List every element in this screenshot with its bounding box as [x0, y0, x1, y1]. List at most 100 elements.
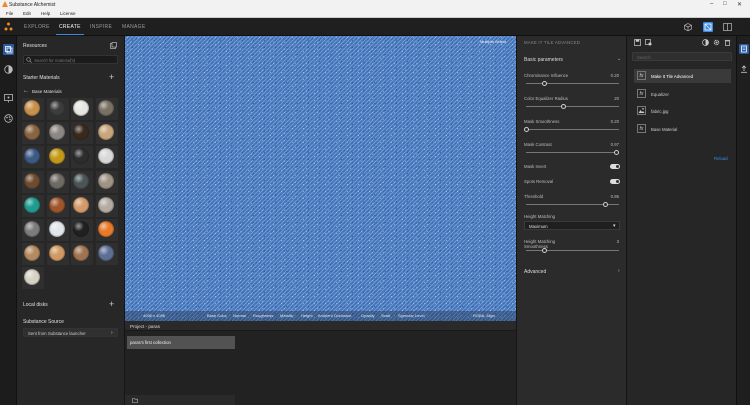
concrete-material-thumbnail[interactable]	[48, 124, 65, 141]
menu-file[interactable]: File	[6, 11, 13, 16]
collection-item[interactable]: paras's first collection	[127, 336, 235, 349]
tab-explore[interactable]: EXPLORE	[24, 24, 50, 30]
height-smoothness-slider-handle[interactable]	[542, 247, 548, 253]
channel-base-color[interactable]: Base Color	[207, 313, 227, 318]
cobble-material-thumbnail[interactable]	[97, 172, 114, 189]
presentation-icon[interactable]	[4, 94, 13, 103]
stack-item[interactable]: fabric.jpg	[634, 104, 731, 118]
3d-view-icon[interactable]	[684, 23, 692, 32]
texture-viewport[interactable]: Multiple Select 4096 x 4096 Base Color N…	[125, 36, 516, 321]
plaster-material-thumbnail[interactable]	[73, 100, 89, 116]
mask-contrast-slider-handle[interactable]	[613, 149, 619, 155]
title-bar: Substance Alchemist – □ ✕	[0, 0, 750, 9]
mask-smoothness-slider-handle[interactable]	[523, 126, 529, 132]
delete-icon[interactable]	[724, 39, 731, 46]
rust-material-thumbnail[interactable]	[48, 196, 65, 213]
collapse-panel-icon[interactable]	[110, 42, 117, 49]
height-smoothness-slider[interactable]	[526, 250, 619, 251]
marble-material-thumbnail[interactable]	[97, 148, 114, 165]
material-sphere-icon[interactable]	[4, 65, 13, 74]
stone-material-thumbnail[interactable]	[97, 100, 114, 116]
layers-icon[interactable]	[3, 44, 14, 55]
height-smoothness-value[interactable]: 3	[617, 239, 619, 244]
paint-material-thumbnail[interactable]	[24, 196, 40, 213]
material-search-field[interactable]: Search for material(s)	[23, 55, 118, 64]
snow-material-thumbnail[interactable]	[48, 221, 65, 237]
channel-specular-level[interactable]: Specular Level	[398, 313, 424, 318]
save-icon[interactable]	[634, 39, 641, 46]
threshold-slider-handle[interactable]	[603, 201, 609, 207]
channel-normal[interactable]: Normal	[233, 313, 246, 318]
back-arrow-icon[interactable]: ←	[23, 88, 29, 94]
tab-manage[interactable]: MANAGE	[122, 24, 145, 30]
color-equalizer-radius-slider-handle[interactable]	[560, 103, 566, 109]
mask-smoothness-value[interactable]: 0.20	[611, 119, 619, 124]
channel-scatt[interactable]: Scatt	[381, 313, 390, 318]
export-arrow-icon[interactable]	[740, 65, 748, 73]
threshold-value[interactable]: 0.86	[611, 194, 619, 199]
gold-material-thumbnail[interactable]	[48, 148, 65, 165]
chrominance-influence-slider[interactable]	[526, 83, 619, 84]
channel-metallic[interactable]: Metallic	[280, 313, 294, 318]
basic-params-header[interactable]: Basic parameters	[524, 57, 563, 63]
stack-item[interactable]: fx Equalizer	[634, 87, 731, 101]
chevron-down-icon[interactable]: ⌄	[617, 56, 621, 62]
add-material-icon[interactable]: +	[109, 73, 114, 82]
height-matching-dropdown[interactable]: Maximum ▾	[524, 221, 620, 230]
add-disk-icon[interactable]: +	[109, 300, 114, 309]
source-dropdown[interactable]: Sent from Substance launcher ›	[23, 328, 118, 337]
channel-roughness[interactable]: Roughness	[253, 313, 273, 318]
export-icon[interactable]	[645, 39, 652, 46]
wood-material-thumbnail[interactable]	[97, 124, 114, 141]
split-view-icon[interactable]	[723, 23, 732, 31]
gravel-material-thumbnail[interactable]	[48, 172, 65, 189]
skin-material-thumbnail[interactable]	[73, 196, 89, 213]
collection-label: paras's first collection	[130, 340, 171, 345]
menu-license[interactable]: License	[60, 11, 76, 16]
spots-removal-toggle[interactable]	[610, 178, 620, 184]
close-button[interactable]: ✕	[737, 1, 742, 8]
2d-view-icon[interactable]	[703, 22, 713, 32]
channel-opacity[interactable]: Opacity	[361, 313, 375, 318]
tab-create[interactable]: CREATE	[56, 24, 84, 35]
settings-gear-icon[interactable]	[713, 39, 720, 46]
stack-item[interactable]: fx Make It Tile Advanced	[634, 69, 731, 83]
metal-material-thumbnail[interactable]	[24, 221, 40, 237]
stack-search-field[interactable]: Search	[632, 52, 732, 61]
clay-material-thumbnail[interactable]	[48, 245, 65, 262]
asphalt-material-thumbnail[interactable]	[48, 100, 65, 116]
color-equalizer-radius-value[interactable]: 20	[614, 96, 619, 101]
soil-material-thumbnail[interactable]	[24, 172, 40, 189]
mask-smoothness-slider[interactable]	[526, 129, 619, 130]
project-footer	[125, 395, 235, 405]
sand-material-thumbnail[interactable]	[24, 100, 40, 116]
reload-link[interactable]: Reload	[714, 156, 728, 161]
maximize-button[interactable]: □	[723, 1, 727, 7]
minimize-button[interactable]: –	[710, 1, 713, 7]
chrominance-influence-slider-handle[interactable]	[542, 80, 548, 86]
slate-material-thumbnail[interactable]	[73, 172, 89, 189]
tab-inspire[interactable]: INSPIRE	[90, 24, 112, 30]
mask-invert-toggle[interactable]	[610, 163, 620, 169]
menu-help[interactable]: Help	[41, 11, 50, 16]
color-picker-icon[interactable]	[4, 114, 13, 123]
contrast-icon[interactable]	[702, 39, 709, 46]
channel-height[interactable]: Height	[301, 313, 313, 318]
carbon-material-thumbnail[interactable]	[73, 221, 89, 237]
menu-edit[interactable]: Edit	[23, 11, 31, 16]
mask-contrast-slider[interactable]	[526, 152, 619, 153]
plastic-material-thumbnail[interactable]	[97, 221, 114, 237]
properties-icon[interactable]	[739, 44, 749, 54]
stack-search-placeholder: Search	[637, 55, 651, 60]
color-equalizer-radius-slider[interactable]	[526, 106, 619, 107]
advanced-header[interactable]: Advanced	[524, 269, 546, 275]
new-folder-icon[interactable]	[132, 397, 138, 403]
tile-material-thumbnail[interactable]	[97, 245, 114, 262]
stack-item[interactable]: fx Base Material	[634, 122, 731, 136]
channel-ambient-occlusion[interactable]: Ambient Occlusion	[318, 313, 351, 318]
mask-contrast-value[interactable]: 0.97	[611, 142, 619, 147]
mask-invert-label: Mask Invert	[524, 164, 547, 169]
chevron-right-icon[interactable]: ›	[618, 268, 620, 274]
chrominance-influence-value[interactable]: 0.20	[611, 73, 619, 78]
fabric-material-thumbnail[interactable]	[97, 196, 114, 213]
